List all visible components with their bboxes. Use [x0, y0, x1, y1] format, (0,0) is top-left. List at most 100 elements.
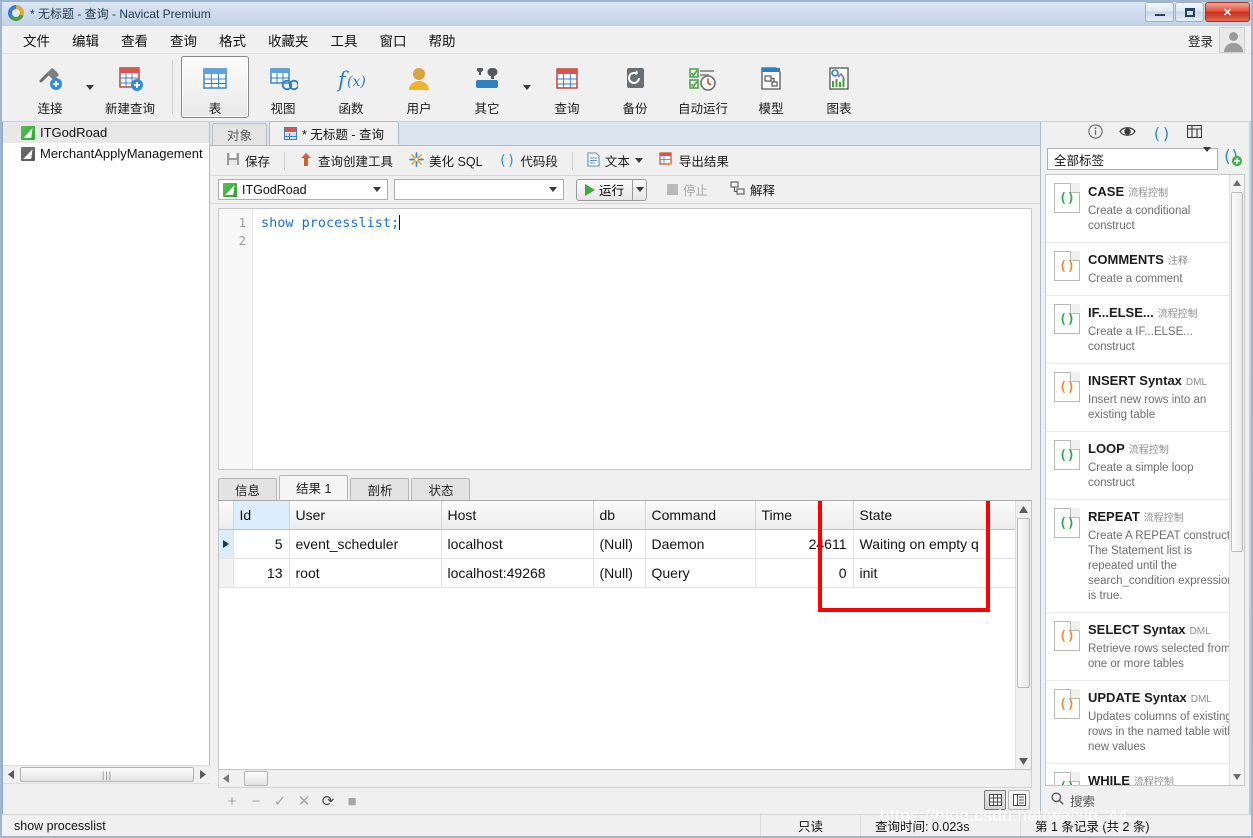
- menu-view[interactable]: 查看: [110, 26, 159, 54]
- toolbar-function[interactable]: f (x) 函数: [317, 56, 385, 118]
- tab-profile[interactable]: 剖析: [350, 478, 410, 500]
- code-icon[interactable]: (): [1152, 126, 1171, 142]
- structure-icon[interactable]: [1187, 124, 1203, 143]
- scroll-up-arrow-icon[interactable]: [1016, 501, 1032, 517]
- menu-query[interactable]: 查询: [159, 26, 208, 54]
- scroll-thumb[interactable]: |||: [20, 767, 194, 782]
- save-button[interactable]: 保存: [218, 148, 278, 173]
- text-view-button[interactable]: 文本: [579, 148, 651, 173]
- cell-user[interactable]: event_scheduler: [289, 529, 442, 559]
- scroll-down-arrow-icon[interactable]: [1229, 769, 1244, 785]
- menu-format[interactable]: 格式: [208, 26, 257, 54]
- explain-button[interactable]: 解释: [722, 177, 783, 202]
- scroll-down-arrow-icon[interactable]: [1016, 753, 1032, 769]
- connection-dropdown-caret[interactable]: [84, 56, 96, 118]
- snippet-search[interactable]: 搜索: [1041, 786, 1249, 814]
- close-button[interactable]: ✕: [1205, 2, 1250, 22]
- stop-loading-button[interactable]: ■: [340, 790, 364, 812]
- export-result-button[interactable]: 导出结果: [651, 148, 737, 173]
- query-builder-button[interactable]: 查询创建工具: [291, 148, 401, 173]
- menu-window[interactable]: 窗口: [369, 26, 418, 54]
- toolbar-table[interactable]: 表: [181, 56, 249, 118]
- table-row[interactable]: 5 event_scheduler localhost (Null) Daemo…: [219, 529, 1031, 559]
- cell-time[interactable]: 24611: [755, 529, 854, 559]
- avatar[interactable]: [1219, 27, 1245, 53]
- snippet-button[interactable]: () 代码段: [491, 148, 566, 173]
- maximize-button[interactable]: [1175, 2, 1204, 22]
- toolbar-user[interactable]: 用户: [385, 56, 453, 118]
- column-header-command[interactable]: Command: [645, 501, 756, 530]
- text-dropdown-caret[interactable]: [634, 158, 643, 163]
- column-header-user[interactable]: User: [289, 501, 442, 530]
- toolbar-chart[interactable]: 图表: [805, 56, 873, 118]
- list-item[interactable]: () UPDATE Syntax DML Updates columns of e…: [1046, 681, 1244, 764]
- toolbar-connection[interactable]: 连接: [16, 56, 84, 118]
- cell-time[interactable]: 0: [755, 558, 854, 588]
- result-grid[interactable]: Id User Host db Command Time State Info …: [218, 501, 1032, 770]
- menu-file[interactable]: 文件: [12, 26, 61, 54]
- cell-id[interactable]: 5: [233, 529, 290, 559]
- database-select[interactable]: ITGodRoad: [218, 179, 388, 200]
- column-header-time[interactable]: Time: [755, 501, 854, 530]
- toolbar-backup[interactable]: 备份: [601, 56, 669, 118]
- tab-result-1[interactable]: 结果 1: [279, 475, 349, 500]
- toolbar-other[interactable]: 其它: [453, 56, 521, 118]
- form-view-button[interactable]: [1008, 790, 1030, 810]
- toolbar-model[interactable]: 模型: [737, 56, 805, 118]
- run-dropdown-button[interactable]: [633, 178, 648, 201]
- scroll-left-arrow-icon[interactable]: [3, 767, 19, 783]
- tab-query[interactable]: * 无标题 - 查询: [269, 121, 399, 145]
- sql-editor[interactable]: 1 2 show processlist;: [218, 208, 1032, 470]
- eye-icon[interactable]: [1119, 125, 1136, 143]
- tab-status[interactable]: 状态: [411, 478, 471, 500]
- cell-state[interactable]: init: [853, 558, 1031, 588]
- apply-change-button[interactable]: ✓: [268, 790, 292, 812]
- toolbar-automation[interactable]: 自动运行: [669, 56, 737, 118]
- snippet-search-input[interactable]: 搜索: [1070, 791, 1095, 810]
- refresh-button[interactable]: ⟳: [316, 790, 340, 812]
- menu-favorites[interactable]: 收藏夹: [257, 26, 320, 54]
- grid-vertical-scrollbar[interactable]: [1015, 501, 1031, 769]
- column-header-state[interactable]: State: [853, 501, 1031, 530]
- list-item[interactable]: () LOOP 流程控制 Create a simple loop constru…: [1046, 432, 1244, 500]
- scroll-thumb[interactable]: [1017, 518, 1030, 688]
- toolbar-query[interactable]: 查询: [533, 56, 601, 118]
- grid-horizontal-scrollbar[interactable]: [218, 770, 1032, 788]
- menu-help[interactable]: 帮助: [418, 26, 467, 54]
- grid-view-button[interactable]: [984, 790, 1006, 810]
- menu-edit[interactable]: 编辑: [61, 26, 110, 54]
- scroll-up-arrow-icon[interactable]: [1229, 175, 1244, 191]
- list-item[interactable]: () COMMENTS 注释 Create a comment: [1046, 243, 1244, 296]
- schema-select[interactable]: [394, 179, 564, 200]
- toolbar-new-query[interactable]: 新建查询: [96, 56, 164, 118]
- sidebar-horizontal-scrollbar[interactable]: |||: [3, 765, 211, 783]
- cell-state[interactable]: Waiting on empty q: [853, 529, 1031, 559]
- other-dropdown-caret[interactable]: [521, 56, 533, 118]
- list-item[interactable]: () INSERT Syntax DML Insert new rows into…: [1046, 364, 1244, 432]
- scroll-right-arrow-icon[interactable]: [195, 767, 211, 783]
- info-icon[interactable]: [1088, 124, 1103, 144]
- login-link[interactable]: 登录: [1188, 31, 1213, 50]
- tab-objects[interactable]: 对象: [212, 123, 268, 145]
- delete-record-button[interactable]: −: [244, 790, 268, 812]
- cell-user[interactable]: root: [289, 558, 442, 588]
- list-item[interactable]: () IF...ELSE... 流程控制 Create a IF...ELSE..…: [1046, 296, 1244, 364]
- list-item[interactable]: () CASE 流程控制 Create a conditional constru…: [1046, 175, 1244, 243]
- cell-id[interactable]: 13: [233, 558, 290, 588]
- cell-command[interactable]: Query: [645, 558, 756, 588]
- cell-command[interactable]: Daemon: [645, 529, 756, 559]
- sidebar-item-itgodroad[interactable]: ITGodRoad: [3, 122, 209, 143]
- list-item[interactable]: () SELECT Syntax DML Retrieve rows select…: [1046, 613, 1244, 681]
- table-row[interactable]: 13 root localhost:49268 (Null) Query 0 i…: [219, 558, 1031, 588]
- scroll-thumb[interactable]: [1231, 192, 1243, 552]
- cell-db[interactable]: (Null): [593, 558, 646, 588]
- list-item[interactable]: () WHILE流程控制 Create a WHILE construct. T…: [1046, 764, 1244, 785]
- editor-code-area[interactable]: show processlist;: [253, 209, 1031, 469]
- list-item[interactable]: () REPEAT 流程控制 Create A REPEAT construct.…: [1046, 500, 1244, 613]
- add-record-button[interactable]: +: [220, 790, 244, 812]
- snippet-scrollbar[interactable]: [1229, 175, 1244, 785]
- column-header-id[interactable]: Id: [233, 501, 290, 530]
- add-snippet-icon[interactable]: ( ): [1222, 147, 1243, 172]
- snippet-list[interactable]: () CASE 流程控制 Create a conditional constru…: [1045, 174, 1245, 786]
- discard-change-button[interactable]: ✕: [292, 790, 316, 812]
